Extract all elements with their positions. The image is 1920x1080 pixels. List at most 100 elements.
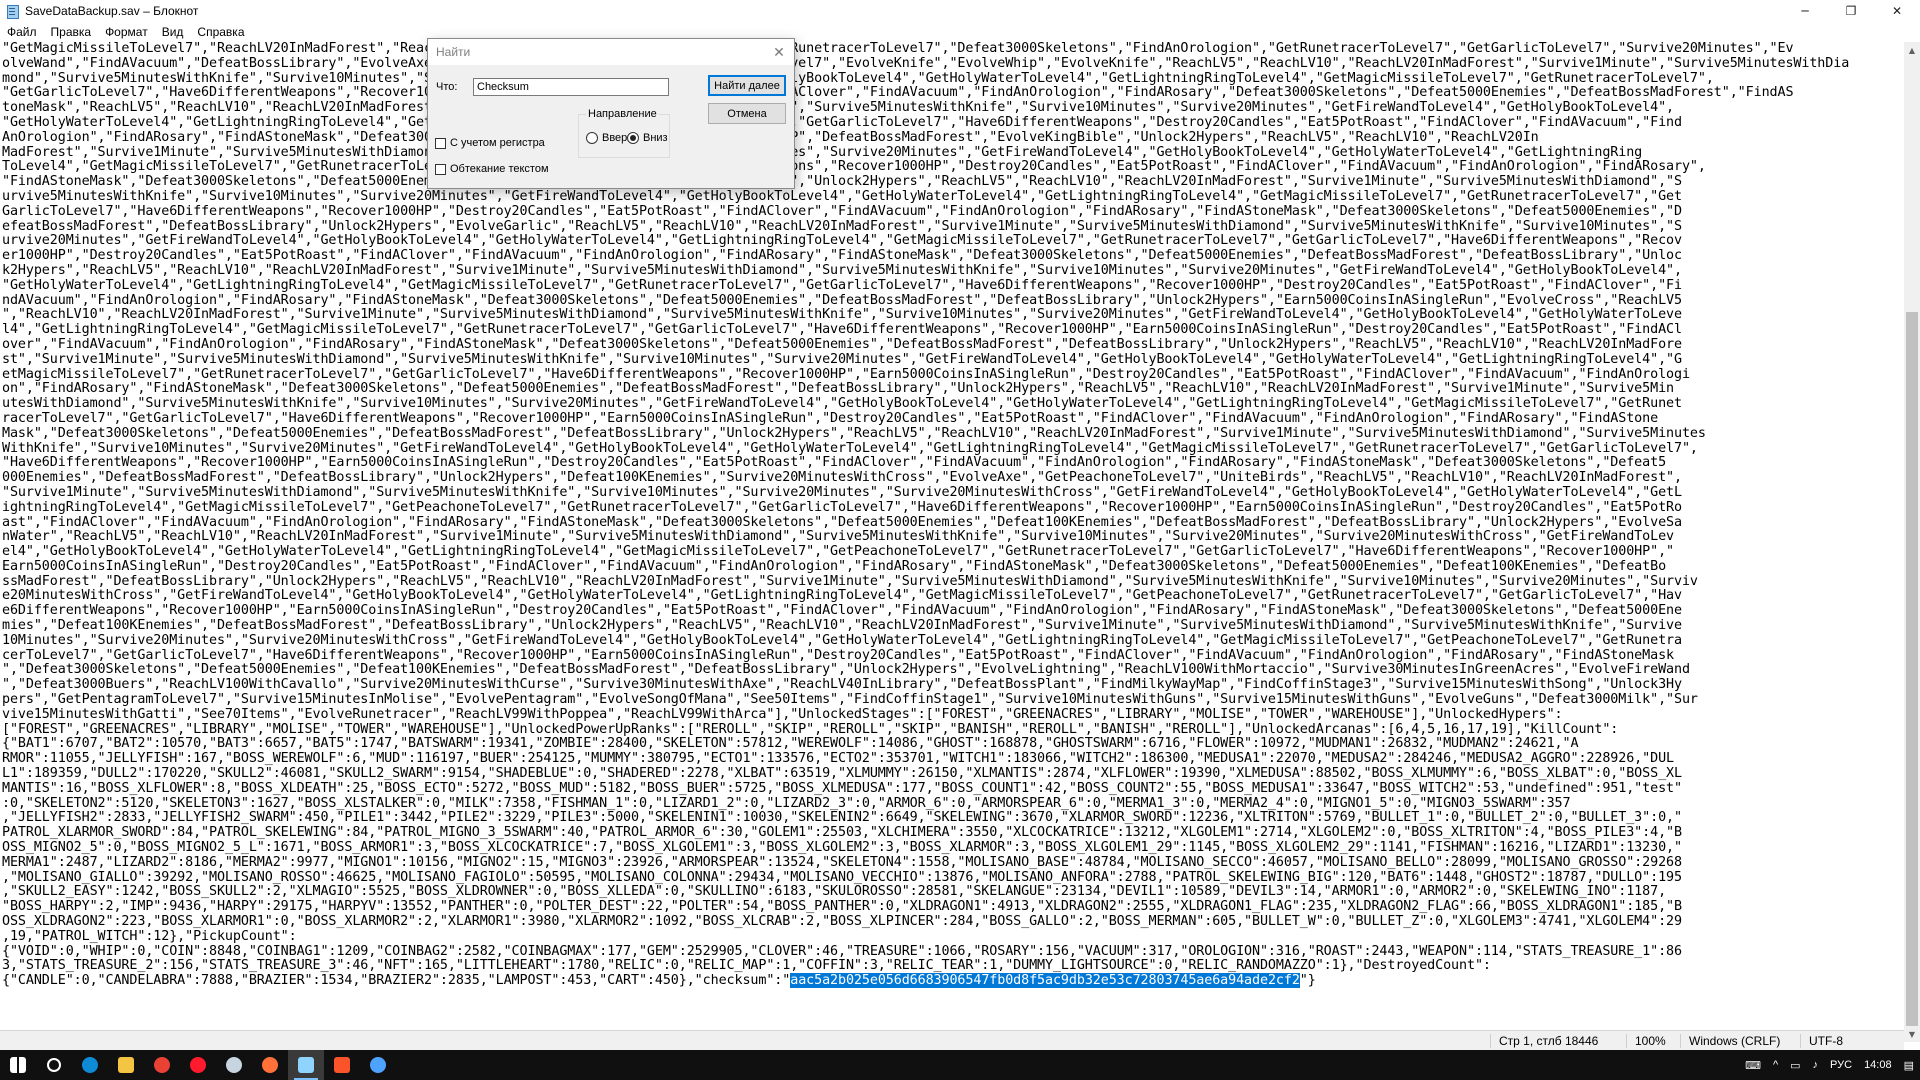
network-icon[interactable]: ▭	[1790, 1059, 1800, 1072]
text-line: cerToLevel7","GetGarlicToLevel7","Have6D…	[2, 647, 1674, 663]
notepad-app-icon	[5, 4, 19, 19]
scroll-up-icon[interactable]: ▲	[1904, 42, 1920, 58]
direction-down-label: Вниз	[643, 132, 668, 144]
close-button[interactable]: ✕	[1874, 0, 1920, 22]
scroll-down-icon[interactable]: ▼	[1904, 1026, 1920, 1042]
text-line: e6DifferentWeapons","Recover1000HP","Ear…	[2, 603, 1682, 619]
chrome-icon[interactable]	[144, 1050, 180, 1080]
scrollbar-thumb[interactable]	[1906, 312, 1918, 1026]
text-line: ToLevel4","GetMagicMissileToLevel7","Get…	[2, 159, 1706, 175]
text-line: "GetHolyWaterToLevel4","GetLightningRing…	[2, 114, 1682, 130]
text-line: Mask","Defeat3000Skeletons","Defeat5000E…	[2, 425, 1706, 441]
text-line: MadForest","Survive1Minute","Survive5Min…	[2, 144, 1643, 160]
file-explorer-icon[interactable]	[108, 1050, 144, 1080]
taskbar: ⌨ ^ ▭ ♪ РУС 14:08 ▤	[0, 1050, 1920, 1080]
menu-edit[interactable]: Правка	[44, 25, 99, 39]
text-line: pers","GetPentagramToLevel7","Survive15M…	[2, 692, 1698, 708]
find-dialog: Найти ✕ Что: Найти далее Отмена Направле…	[427, 38, 795, 189]
text-line: PATROL_XLARMOR_SWORD":84,"PATROL_SKELEWI…	[2, 825, 1682, 841]
status-bar: Стр 1, стлб 18446 100% Windows (CRLF) UT…	[0, 1030, 1904, 1051]
action-center-icon[interactable]: ▤	[1904, 1059, 1914, 1072]
find-dialog-titlebar: Найти ✕	[428, 39, 794, 65]
show-hidden-icons-icon[interactable]: ^	[1773, 1059, 1778, 1071]
clock[interactable]: 14:08	[1864, 1059, 1892, 1071]
wrap-around-label: Обтекание текстом	[450, 163, 549, 175]
text-line: "GetHolyWaterToLevel4","GetLightningRing…	[2, 277, 1682, 293]
text-line: 000Enemies","DefeatBossMadForest","Defea…	[2, 470, 1682, 486]
find-input[interactable]	[473, 78, 669, 96]
volume-icon[interactable]: ♪	[1813, 1059, 1819, 1071]
text-line: RMOR":11055,"JELLYFISH":167,"BOSS_WEREWO…	[2, 751, 1674, 767]
text-line: toneMask","ReachLV5","ReachLV10","ReachL…	[2, 100, 1674, 116]
close-icon[interactable]: ✕	[770, 43, 788, 61]
brave-icon[interactable]	[324, 1050, 360, 1080]
text-line: "FindAStoneMask","Defeat3000Skeletons","…	[2, 174, 1682, 190]
text-line: Earn5000CoinsInASingleRun","Destroy20Can…	[2, 558, 1667, 574]
text-line: e20MinutesWithCross","GetFireWandToLevel…	[2, 588, 1682, 604]
text-line: urvive5MinutesWithKnife","Survive10Minut…	[2, 188, 1682, 204]
text-line: ,19,"PATROL_WITCH":12},"PickupCount":	[2, 928, 297, 944]
cancel-button[interactable]: Отмена	[708, 103, 786, 124]
text-line: ssMadForest","DefeatBossLibrary","Unlock…	[2, 573, 1698, 589]
menu-help[interactable]: Справка	[190, 25, 251, 39]
text-line: "GetMagicMissileToLevel7","ReachLV20InMa…	[2, 42, 1794, 56]
match-case-checkbox[interactable]	[435, 138, 446, 149]
firefox-icon[interactable]	[252, 1050, 288, 1080]
input-language[interactable]: РУС	[1830, 1059, 1852, 1071]
search-icon[interactable]	[36, 1050, 72, 1080]
maximize-button[interactable]: ❐	[1828, 0, 1874, 22]
text-line: ","Defeat3000Buers","ReachLV100WithCaval…	[2, 677, 1682, 693]
text-line: ightningRingToLevel4","GetMagicMissileTo…	[2, 499, 1682, 515]
menu-format[interactable]: Формат	[98, 25, 155, 39]
text-line: GarlicToLevel7","Have6DifferentWeapons",…	[2, 203, 1682, 219]
opera-icon[interactable]	[180, 1050, 216, 1080]
text-line: ["FOREST","GREENACRES","LIBRARY","MOLISE…	[2, 721, 1619, 737]
text-line: {"CANDLE":0,"CANDELABRA":7888,"BRAZIER":…	[2, 973, 1316, 989]
find-next-button[interactable]: Найти далее	[708, 75, 786, 96]
text-line: mies","Defeat100KEnemies","DefeatBossMad…	[2, 618, 1682, 634]
steam-icon[interactable]	[216, 1050, 252, 1080]
direction-down-radio[interactable]	[627, 132, 639, 144]
selected-checksum[interactable]: aac5a2b025e056d6683906547fb0d8f5ac9db32e…	[790, 973, 1300, 989]
text-line: on","FindARosary","FindAStoneMask","Defe…	[2, 381, 1674, 397]
system-tray: ⌨ ^ ▭ ♪ РУС 14:08 ▤	[1739, 1050, 1920, 1080]
text-line: ,"MOLISANO_GIALLO":39292,"MOLISANO_ROSSO…	[2, 869, 1682, 885]
window-title: SaveDataBackup.sav – Блокнот	[25, 4, 199, 18]
text-line: MANTIS":16,"BOSS_XLFLOWER":8,"BOSS_XLDEA…	[2, 780, 1682, 796]
text-line: st","Survive1Minute","Survive5MinutesWit…	[2, 351, 1682, 367]
text-line: ","Defeat3000Skeletons","Defeat5000Enemi…	[2, 662, 1690, 678]
wrap-around-checkbox[interactable]	[435, 164, 446, 175]
text-line: urvive20Minutes","GetFireWandToLevel4","…	[2, 233, 1682, 249]
text-line: {"BAT1":6707,"BAT2":10570,"BAT3":6657,"B…	[2, 736, 1579, 752]
text-line: "Have6DifferentWeapons","Recover1000HP",…	[2, 455, 1667, 471]
text-editor[interactable]: "GetMagicMissileToLevel7","ReachLV20InMa…	[0, 42, 1904, 1042]
menu-view[interactable]: Вид	[155, 25, 191, 39]
text-line: ndAVacuum","FindAnOrologion","FindARosar…	[2, 292, 1682, 308]
minimize-button[interactable]: ─	[1782, 0, 1828, 22]
app-icon[interactable]	[360, 1050, 396, 1080]
text-line: nWater","ReachLV5","ReachLV10","ReachLV2…	[2, 529, 1674, 545]
notifications-icon[interactable]: ⌨	[1745, 1059, 1761, 1072]
edge-icon[interactable]	[72, 1050, 108, 1080]
menu-file[interactable]: Файл	[0, 25, 44, 39]
line-endings: Windows (CRLF)	[1680, 1034, 1780, 1048]
text-line: mond","Survive5MinutesWithKnife","Surviv…	[2, 70, 1714, 86]
direction-label: Направление	[586, 108, 659, 120]
text-line: k2Hypers","ReachLV5","ReachLV10","ReachL…	[2, 262, 1682, 278]
text-line: "Survive1Minute","Survive5MinutesWithDia…	[2, 484, 1682, 500]
encoding: UTF-8	[1800, 1034, 1843, 1048]
menu-bar: Файл Правка Формат Вид Справка	[0, 22, 1920, 42]
text-line: :0,"SKELETON2":5120,"SKELETON3":1627,"BO…	[2, 795, 1571, 811]
notepad-icon[interactable]	[288, 1050, 324, 1080]
zoom-level: 100%	[1626, 1034, 1666, 1048]
vertical-scrollbar[interactable]: ▲ ▼	[1904, 42, 1920, 1042]
text-line: 3,"STATS_TREASURE_2":156,"STATS_TREASURE…	[2, 958, 1491, 974]
editor-content[interactable]: "GetMagicMissileToLevel7","ReachLV20InMa…	[0, 42, 1904, 989]
text-line: ","ReachLV10","ReachLV20InMadForest","Su…	[2, 307, 1682, 323]
windows-start-icon[interactable]	[0, 1050, 36, 1080]
text-line: L1":189359,"DULL2":170220,"SKULL2":46081…	[2, 766, 1682, 782]
text-line: {"VOID":0,"WHIP":0,"COIN":8848,"COINBAG1…	[2, 943, 1682, 959]
text-line: efeatBossMadForest","DefeatBossLibrary",…	[2, 218, 1682, 234]
text-line: ,"JELLYFISH2":2833,"JELLYFISH2_SWARM":45…	[2, 810, 1682, 826]
direction-up-radio[interactable]	[586, 132, 598, 144]
